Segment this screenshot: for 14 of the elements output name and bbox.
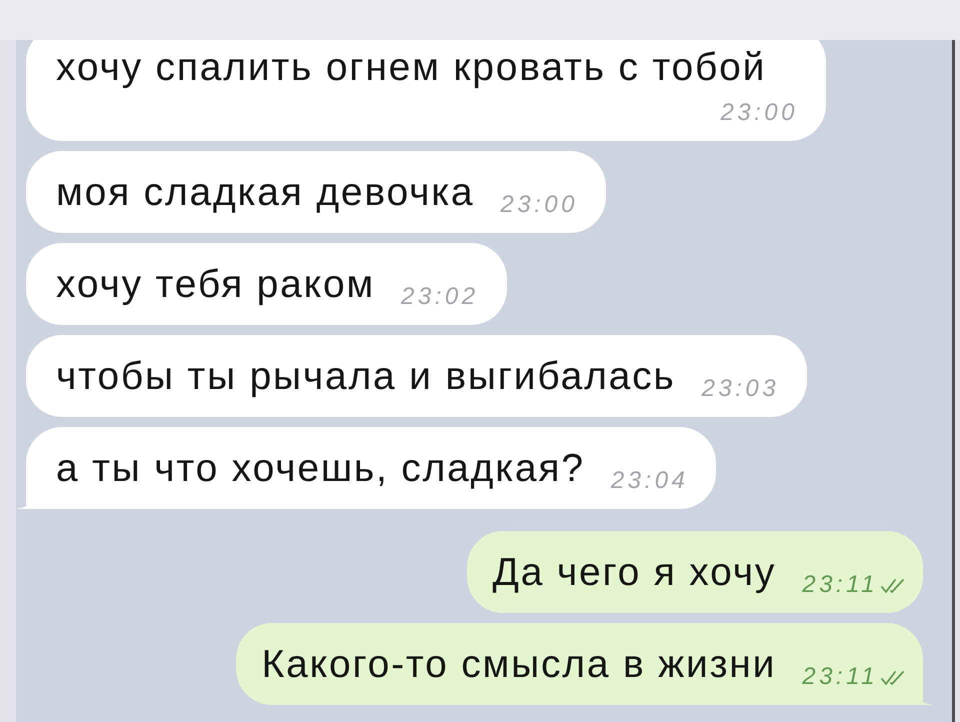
message-text: чтобы ты рычала и выгибалась <box>56 354 676 400</box>
message-time: 23:11 <box>802 665 878 689</box>
message-time: 23:04 <box>610 469 688 493</box>
message-text: а ты что хочешь, сладкая? <box>56 446 585 492</box>
message-text: Какого-то смысла в жизни <box>262 642 776 688</box>
message-time: 23:02 <box>401 285 479 309</box>
message-time: 23:00 <box>500 193 578 217</box>
message-time: 23:03 <box>702 377 780 401</box>
message-text: хочу тебя раком <box>56 262 376 308</box>
message-time: 23:11 <box>802 573 878 597</box>
message-text: хочу спалить огнем кровать с тобой <box>56 45 766 91</box>
message-time: 23:00 <box>720 101 798 125</box>
message-text: моя сладкая девочка <box>56 170 474 216</box>
message-text: Да чего я хочу <box>492 550 776 596</box>
